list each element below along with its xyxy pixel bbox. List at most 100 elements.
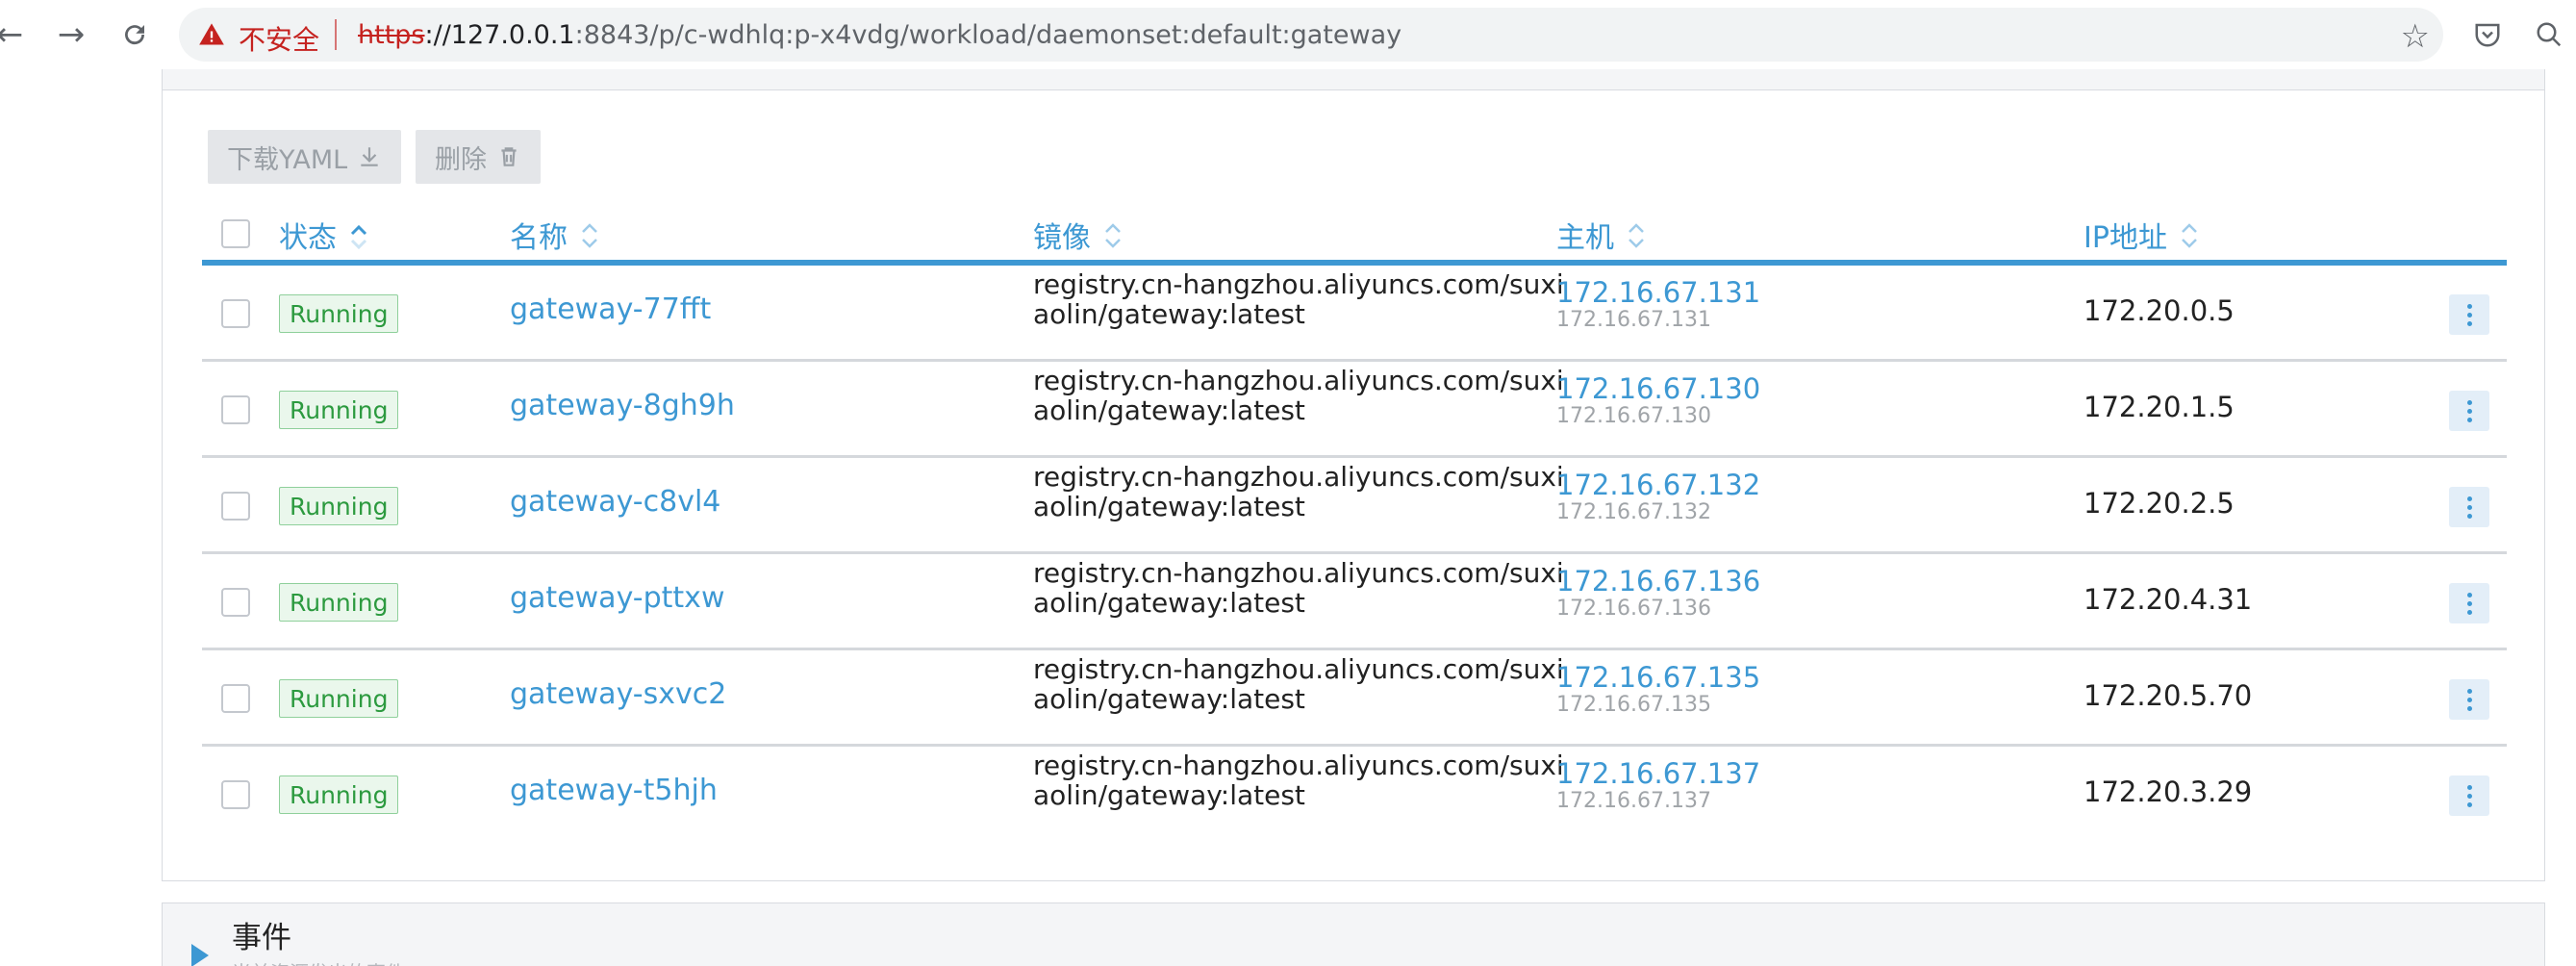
pod-ip: 172.20.3.29 [2084, 775, 2253, 808]
table-row: Running gateway-c8vl4 registry.cn-hangzh… [202, 458, 2507, 554]
download-icon [361, 147, 378, 166]
table-row: Running gateway-t5hjh registry.cn-hangzh… [202, 747, 2507, 843]
row-checkbox[interactable] [221, 492, 250, 521]
pod-image: registry.cn-hangzhou.aliyuncs.com/suxiao… [1033, 461, 1564, 522]
column-header-state[interactable]: 状态 [279, 214, 369, 256]
pod-image: registry.cn-hangzhou.aliyuncs.com/suxiao… [1033, 653, 1564, 715]
column-header-image-label: 镜像 [1033, 221, 1091, 255]
node-link[interactable]: 172.16.67.131 [1556, 277, 1760, 308]
expand-arrow-icon[interactable] [191, 944, 209, 966]
column-header-name[interactable]: 名称 [510, 214, 600, 256]
table-row: Running gateway-pttxw registry.cn-hangzh… [202, 554, 2507, 650]
insecure-label: 不安全 [239, 24, 320, 56]
pod-name-link[interactable]: gateway-c8vl4 [510, 485, 720, 519]
row-actions-button[interactable] [2449, 583, 2489, 623]
trash-icon [501, 147, 517, 166]
row-actions-button[interactable] [2449, 391, 2489, 431]
pod-ip: 172.20.2.5 [2084, 487, 2235, 520]
status-badge: Running [279, 775, 399, 814]
node-ip: 172.16.67.136 [1556, 597, 1711, 621]
url-text[interactable]: https://127.0.0.1:8843/p/c-wdhlq:p-x4vdg… [358, 20, 1402, 50]
search-icon[interactable] [2528, 13, 2570, 56]
status-badge: Running [279, 294, 399, 333]
table-row: Running gateway-77fft registry.cn-hangzh… [202, 266, 2507, 362]
row-actions-button[interactable] [2449, 775, 2489, 816]
pod-name-link[interactable]: gateway-pttxw [510, 581, 724, 615]
row-checkbox[interactable] [221, 395, 250, 424]
pod-name-link[interactable]: gateway-8gh9h [510, 389, 735, 422]
row-actions-button[interactable] [2449, 294, 2489, 335]
column-header-image[interactable]: 镜像 [1033, 214, 1124, 256]
bookmark-star-icon[interactable]: ☆ [2401, 17, 2430, 56]
browser-toolbar: ← → 不安全 https://127.0.0.1:8843/p/c-wdhlq… [0, 0, 2576, 69]
download-yaml-button[interactable]: 下载YAML [208, 130, 402, 184]
events-section[interactable]: 事件 当前资源发出的事件 [162, 902, 2545, 966]
sort-icon [1629, 223, 1644, 248]
node-ip: 172.16.67.130 [1556, 404, 1711, 428]
url-scheme: https [358, 20, 425, 50]
node-link[interactable]: 172.16.67.130 [1556, 373, 1760, 404]
column-header-name-label: 名称 [510, 221, 568, 255]
warning-icon [199, 23, 224, 45]
node-ip: 172.16.67.137 [1556, 789, 1711, 813]
address-bar[interactable]: 不安全 https://127.0.0.1:8843/p/c-wdhlq:p-x… [179, 8, 2443, 62]
node-link[interactable]: 172.16.67.137 [1556, 758, 1760, 789]
row-checkbox[interactable] [221, 299, 250, 328]
events-subtitle: 当前资源发出的事件 [232, 957, 405, 966]
node-cell: 172.16.67.135 172.16.67.135 [1556, 662, 1760, 718]
table-row: Running gateway-sxvc2 registry.cn-hangzh… [202, 650, 2507, 747]
pod-name-link[interactable]: gateway-77fft [510, 292, 711, 326]
status-badge: Running [279, 487, 399, 525]
node-ip: 172.16.67.131 [1556, 308, 1711, 332]
table-header: 状态 名称 镜像 主机 IP地址 [202, 202, 2507, 266]
pod-ip: 172.20.4.31 [2084, 583, 2253, 616]
events-title: 事件 [232, 921, 291, 955]
row-actions-button[interactable] [2449, 679, 2489, 720]
pod-ip: 172.20.0.5 [2084, 294, 2235, 327]
row-checkbox[interactable] [221, 588, 250, 617]
node-cell: 172.16.67.132 172.16.67.132 [1556, 470, 1760, 525]
node-cell: 172.16.67.131 172.16.67.131 [1556, 277, 1760, 333]
back-icon[interactable]: ← [0, 13, 31, 56]
forward-icon[interactable]: → [50, 13, 92, 56]
pod-image: registry.cn-hangzhou.aliyuncs.com/suxiao… [1033, 557, 1564, 619]
sort-icon [1105, 223, 1121, 248]
pod-image: registry.cn-hangzhou.aliyuncs.com/suxiao… [1033, 365, 1564, 426]
node-link[interactable]: 172.16.67.136 [1556, 566, 1760, 597]
node-cell: 172.16.67.130 172.16.67.130 [1556, 373, 1760, 429]
pod-name-link[interactable]: gateway-t5hjh [510, 774, 718, 807]
row-checkbox[interactable] [221, 780, 250, 809]
row-actions-button[interactable] [2449, 487, 2489, 527]
pod-name-link[interactable]: gateway-sxvc2 [510, 677, 726, 711]
node-cell: 172.16.67.136 172.16.67.136 [1556, 566, 1760, 622]
reload-icon[interactable] [114, 13, 156, 56]
column-header-ip[interactable]: IP地址 [2084, 214, 2200, 256]
column-header-node[interactable]: 主机 [1556, 214, 1647, 256]
status-badge: Running [279, 679, 399, 718]
download-yaml-label: 下载YAML [227, 144, 348, 175]
node-cell: 172.16.67.137 172.16.67.137 [1556, 758, 1760, 814]
select-all-checkbox[interactable] [221, 219, 250, 248]
url-host: ://127.0.0.1 [424, 20, 575, 50]
node-link[interactable]: 172.16.67.132 [1556, 470, 1760, 500]
status-badge: Running [279, 391, 399, 429]
pod-image: registry.cn-hangzhou.aliyuncs.com/suxiao… [1033, 268, 1564, 330]
sort-icon [2182, 223, 2197, 248]
separator [335, 19, 337, 50]
delete-button[interactable]: 删除 [416, 130, 541, 184]
column-header-state-label: 状态 [279, 221, 337, 255]
node-link[interactable]: 172.16.67.135 [1556, 662, 1760, 693]
status-badge: Running [279, 583, 399, 622]
pod-ip: 172.20.1.5 [2084, 391, 2235, 423]
delete-label: 删除 [435, 144, 487, 175]
section-header-strip [162, 69, 2545, 90]
pod-image: registry.cn-hangzhou.aliyuncs.com/suxiao… [1033, 750, 1564, 811]
sort-icon [582, 223, 597, 248]
table-row: Running gateway-8gh9h registry.cn-hangzh… [202, 362, 2507, 458]
pocket-icon[interactable] [2466, 13, 2509, 56]
column-header-node-label: 主机 [1556, 221, 1614, 255]
column-header-ip-label: IP地址 [2084, 221, 2167, 255]
sort-asc-icon [350, 224, 367, 249]
node-ip: 172.16.67.132 [1556, 500, 1711, 524]
row-checkbox[interactable] [221, 684, 250, 713]
